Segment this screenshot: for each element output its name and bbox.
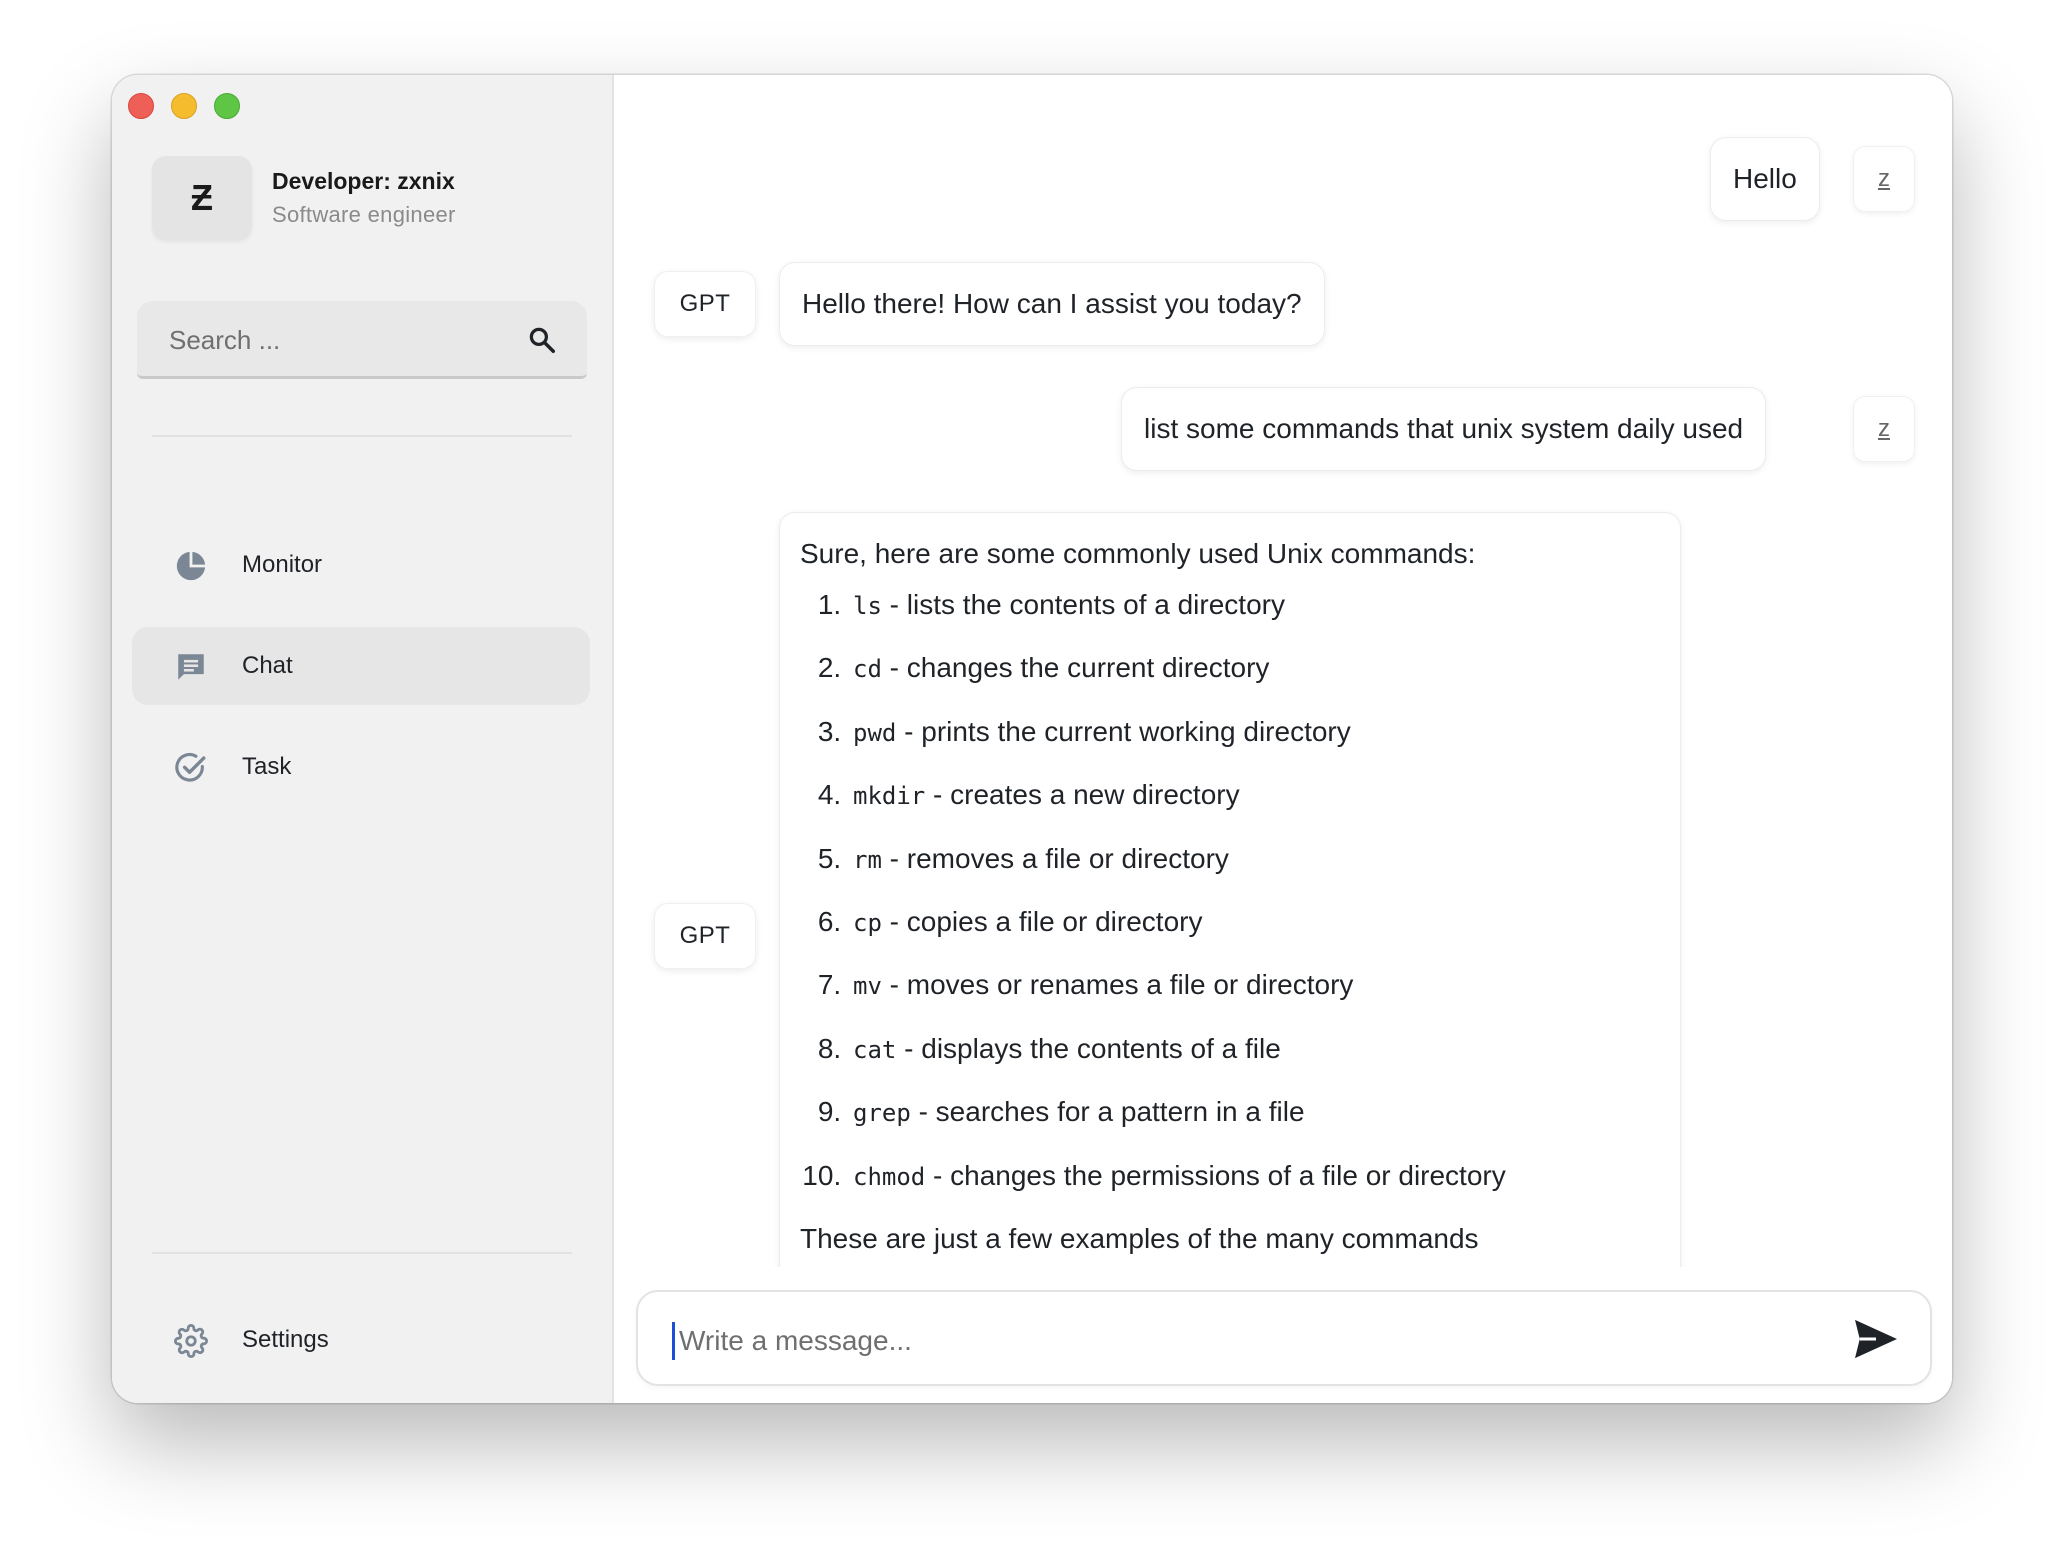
sidebar-item-label: Monitor xyxy=(242,551,323,578)
list-item: pwd - prints the current working directo… xyxy=(849,714,1660,751)
sidebar-divider xyxy=(152,435,572,437)
sidebar: Ƶ Developer: zxnix Software engineer Mon… xyxy=(112,75,614,1403)
list-item: cat - displays the contents of a file xyxy=(849,1031,1660,1068)
assistant-message: Sure, here are some commonly used Unix c… xyxy=(779,512,1681,1267)
list-item: cp - copies a file or directory xyxy=(849,904,1660,941)
zoom-button[interactable] xyxy=(214,93,240,119)
sidebar-item-label: Task xyxy=(242,753,292,780)
close-button[interactable] xyxy=(128,93,154,119)
user-avatar: z xyxy=(1853,396,1915,462)
assistant-avatar: GPT xyxy=(654,271,756,337)
list-item: ls - lists the contents of a directory xyxy=(849,587,1660,624)
command-desc: - copies a file or directory xyxy=(881,905,1203,937)
command-code: mkdir xyxy=(853,782,926,811)
command-code: cp xyxy=(853,908,882,937)
list-item: rm - removes a file or directory xyxy=(849,841,1660,878)
user-message: Hello xyxy=(1710,137,1820,221)
command-desc: - prints the current working directory xyxy=(896,715,1351,747)
command-desc: - changes the current directory xyxy=(881,652,1270,684)
command-code: chmod xyxy=(853,1162,926,1191)
sidebar-item-label: Settings xyxy=(242,1326,329,1353)
command-desc: - removes a file or directory xyxy=(881,842,1229,874)
profile-role: Software engineer xyxy=(272,202,456,227)
user-avatar: z xyxy=(1853,146,1915,212)
message-list[interactable]: Hello z GPT Hello there! How can I assis… xyxy=(614,75,1952,1267)
command-code: ls xyxy=(853,592,882,620)
command-desc: - displays the contents of a file xyxy=(896,1032,1281,1064)
command-desc: - creates a new directory xyxy=(925,779,1240,811)
command-code: mv xyxy=(853,972,882,1001)
window-controls xyxy=(128,93,240,119)
message-composer xyxy=(636,1290,1932,1386)
message-intro: Sure, here are some commonly used Unix c… xyxy=(800,538,1476,569)
sidebar-item-settings[interactable]: Settings xyxy=(132,1301,590,1379)
sidebar-item-chat[interactable]: Chat xyxy=(132,627,590,705)
profile-avatar: Ƶ xyxy=(152,156,252,240)
minimize-button[interactable] xyxy=(171,93,197,119)
check-circle-icon xyxy=(175,753,206,782)
command-desc: - searches for a pattern in a file xyxy=(910,1096,1305,1128)
list-item: chmod - changes the permissions of a fil… xyxy=(849,1158,1660,1195)
command-desc: - moves or renames a file or directory xyxy=(881,969,1354,1001)
chat-panel: Hello z GPT Hello there! How can I assis… xyxy=(614,75,1952,1403)
command-desc: - changes the permissions of a file or d… xyxy=(925,1159,1506,1191)
message-input[interactable] xyxy=(672,1322,1781,1360)
command-code: cd xyxy=(853,655,882,684)
command-code: grep xyxy=(853,1099,911,1128)
message-outro: These are just a few examples of the man… xyxy=(800,1222,1479,1254)
pie-chart-icon xyxy=(176,551,206,581)
sidebar-item-monitor[interactable]: Monitor xyxy=(132,526,590,604)
command-code: rm xyxy=(853,845,882,874)
search-box xyxy=(137,301,587,379)
sidebar-item-task[interactable]: Task xyxy=(132,728,590,806)
list-item: mv - moves or renames a file or director… xyxy=(849,967,1660,1004)
command-code: pwd xyxy=(853,718,897,747)
list-item: grep - searches for a pattern in a file xyxy=(849,1094,1660,1131)
command-code: cat xyxy=(853,1035,897,1064)
app-window: Ƶ Developer: zxnix Software engineer Mon… xyxy=(112,75,1952,1403)
list-item: mkdir - creates a new directory xyxy=(849,777,1660,814)
chat-icon xyxy=(178,654,204,680)
command-list: ls - lists the contents of a directory c… xyxy=(800,587,1660,1195)
list-item: cd - changes the current directory xyxy=(849,650,1660,687)
send-icon[interactable] xyxy=(1852,1318,1900,1360)
search-icon[interactable] xyxy=(527,325,557,355)
user-message: list some commands that unix system dail… xyxy=(1121,387,1767,471)
assistant-message: Hello there! How can I assist you today? xyxy=(779,262,1325,346)
assistant-avatar: GPT xyxy=(654,903,756,969)
gear-icon xyxy=(174,1324,208,1358)
sidebar-item-label: Chat xyxy=(242,652,293,679)
search-input[interactable] xyxy=(167,321,501,359)
profile-name: Developer: zxnix xyxy=(272,168,455,194)
command-desc: - lists the contents of a directory xyxy=(881,589,1285,620)
sidebar-divider xyxy=(152,1252,572,1254)
